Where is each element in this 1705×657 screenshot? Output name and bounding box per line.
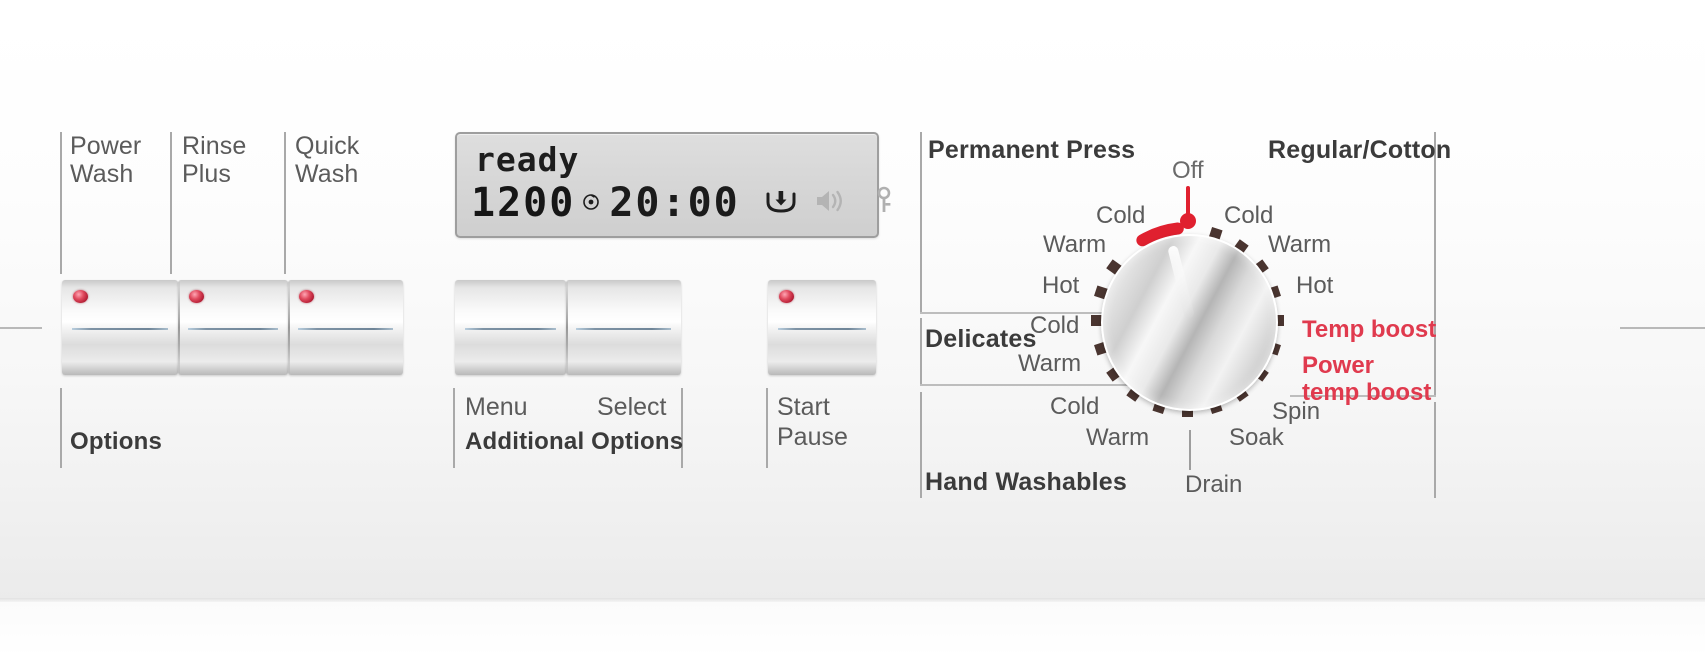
right-trim-line <box>1620 327 1705 329</box>
spin-soak-bracket-right <box>1434 402 1436 498</box>
sound-speaker-icon <box>814 186 848 221</box>
power-wash-button-groove <box>72 327 168 330</box>
cycle-selector-dial[interactable] <box>1085 218 1290 423</box>
lcd-status-text: ready <box>475 140 580 179</box>
regular-cotton-bracket-right <box>1434 132 1436 397</box>
options-button-seam-2 <box>288 282 290 373</box>
start-pause-caption: Start Pause <box>777 393 848 451</box>
option-label-rinse-plus: Rinse Plus <box>182 132 247 188</box>
options-divider-2 <box>170 132 172 274</box>
dial-label-soak: Soak <box>1229 424 1284 451</box>
menu-button-groove <box>464 327 557 330</box>
panel-lower-shadow <box>0 602 1705 657</box>
select-button-groove <box>576 327 671 330</box>
drain-indicator-stem <box>1189 430 1191 470</box>
lcd-time-remaining: 20:00 <box>609 180 740 226</box>
lcd-spin-speed: 1200 <box>471 180 576 226</box>
dial-label-hand-washables-warm: Warm <box>1086 424 1150 451</box>
child-lock-key-icon <box>874 186 894 221</box>
quick-wash-button[interactable] <box>288 280 403 375</box>
power-wash-button[interactable] <box>62 280 178 375</box>
dial-label-regular-cotton-hot: Hot <box>1296 272 1334 299</box>
options-divider-1 <box>60 132 62 274</box>
lcd-value-row: 1200 20:00 <box>471 180 894 226</box>
dial-label-permanent-press-hot: Hot <box>1042 272 1080 299</box>
menu-caption: Menu <box>465 393 528 421</box>
hand-washables-bracket-left <box>920 392 922 498</box>
options-divider-3 <box>284 132 286 274</box>
options-caption: Options <box>70 428 163 455</box>
dial-label-power-temp-boost: Power temp boost <box>1302 352 1432 406</box>
dial-label-temp-boost: Temp boost <box>1302 316 1437 343</box>
additional-options-button-seam <box>566 282 568 373</box>
cycle-group-title-permanent-press: Permanent Press <box>928 136 1136 164</box>
select-button[interactable] <box>566 280 681 375</box>
rinse-plus-led <box>189 290 204 303</box>
additional-options-divider-left <box>453 388 455 468</box>
rinse-plus-button[interactable] <box>178 280 288 375</box>
start-pause-button-groove <box>777 327 867 330</box>
rinse-plus-button-groove <box>187 327 279 330</box>
lcd-display: ready 1200 20:00 <box>455 132 891 238</box>
cycle-group-title-regular-cotton: Regular/Cotton <box>1268 136 1452 164</box>
power-wash-led <box>73 290 88 303</box>
options-caption-divider <box>60 388 62 468</box>
additional-options-caption: Additional Options <box>465 428 684 455</box>
permanent-press-bracket-left <box>920 132 922 314</box>
quick-wash-led <box>299 290 314 303</box>
dial-knob-pointer <box>1166 244 1195 320</box>
select-caption: Select <box>597 393 667 421</box>
dial-label-drain: Drain <box>1185 471 1243 498</box>
lcd-spin-symbol-icon <box>581 191 601 216</box>
left-trim-line <box>0 327 42 329</box>
start-pause-button[interactable] <box>768 280 876 375</box>
quick-wash-button-groove <box>298 327 393 330</box>
start-pause-led <box>779 290 794 303</box>
option-label-power-wash: Power Wash <box>70 132 142 188</box>
off-indicator-stem <box>1186 186 1190 216</box>
cycle-group-title-hand-washables: Hand Washables <box>925 468 1127 496</box>
dial-label-delicates-warm: Warm <box>1018 350 1082 377</box>
washing-machine-control-panel: Power Wash Rinse Plus Quick Wash Options… <box>0 0 1705 657</box>
start-pause-divider <box>766 388 768 468</box>
dial-label-delicates-cold: Cold <box>1030 312 1080 339</box>
delicates-bracket-left <box>920 318 922 386</box>
option-label-quick-wash: Quick Wash <box>295 132 360 188</box>
dial-label-off: Off <box>1172 157 1204 184</box>
menu-button[interactable] <box>455 280 566 375</box>
detergent-drawer-icon <box>764 186 798 221</box>
options-button-seam-1 <box>178 282 180 373</box>
dial-knob[interactable] <box>1101 234 1278 411</box>
